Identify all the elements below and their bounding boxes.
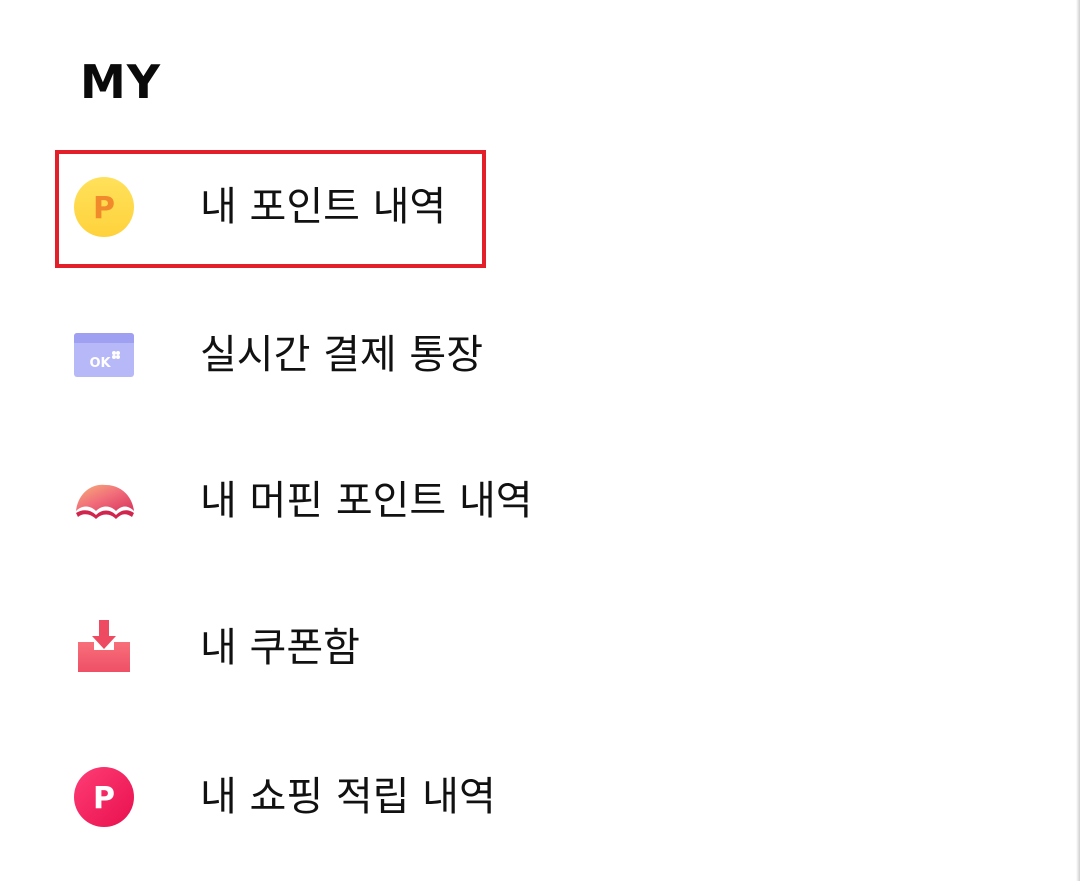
coupon-download-icon	[72, 616, 136, 680]
menu-item-point-history[interactable]: P 내 포인트 내역	[0, 150, 1076, 264]
shopping-point-glyph: P	[93, 781, 115, 816]
point-coin-glyph: P	[93, 191, 115, 226]
ok-card-icon: OK	[72, 323, 136, 387]
menu-item-label: 내 포인트 내역	[200, 184, 447, 230]
menu-item-realtime-payment-account[interactable]: OK 실시간 결제 통장	[0, 298, 1076, 412]
muffin-icon	[72, 469, 136, 533]
menu-item-label: 실시간 결제 통장	[200, 332, 484, 378]
right-edge-shadow	[1076, 0, 1080, 881]
menu-item-label: 내 머핀 포인트 내역	[200, 478, 533, 524]
menu-item-label: 내 쿠폰함	[200, 625, 360, 671]
ok-card-glyph: OK	[89, 356, 111, 371]
point-coin-icon: P	[72, 175, 136, 239]
menu-item-shopping-reward-history[interactable]: P 내 쇼핑 적립 내역	[0, 740, 1076, 854]
menu-item-coupon-box[interactable]: 내 쿠폰함	[0, 591, 1076, 705]
menu-item-label: 내 쇼핑 적립 내역	[200, 774, 496, 820]
shopping-point-icon: P	[72, 765, 136, 829]
menu-item-muffin-point-history[interactable]: 내 머핀 포인트 내역	[0, 444, 1076, 558]
page-title: MY	[80, 55, 162, 109]
